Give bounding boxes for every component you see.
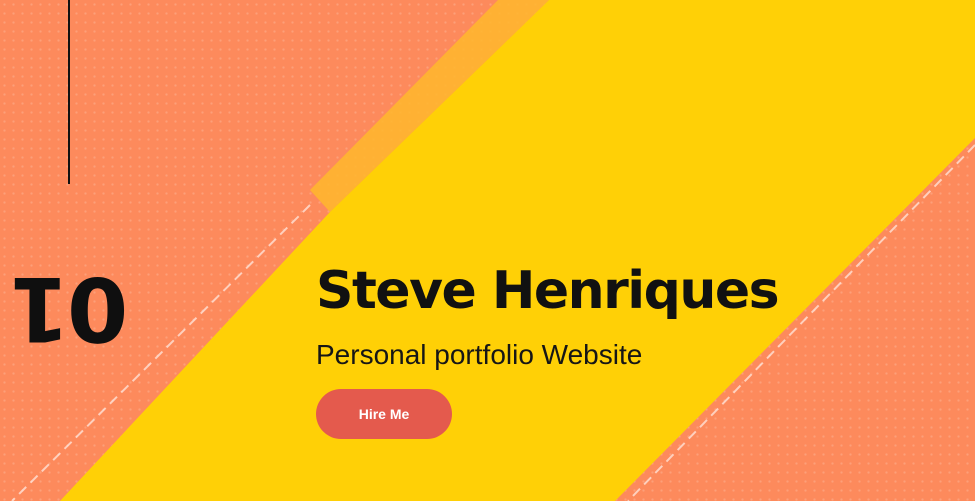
vertical-divider-line: [68, 0, 70, 184]
hero-content: Steve Henriques Personal portfolio Websi…: [316, 258, 780, 439]
hire-me-button[interactable]: Hire Me: [316, 389, 452, 439]
hero-subtitle: Personal portfolio Website: [316, 339, 643, 370]
hero-title: Steve Henriques: [316, 261, 780, 321]
slide-number: 01: [11, 257, 129, 360]
hero-section: 01 Steve Henriques Personal portfolio We…: [0, 0, 975, 501]
